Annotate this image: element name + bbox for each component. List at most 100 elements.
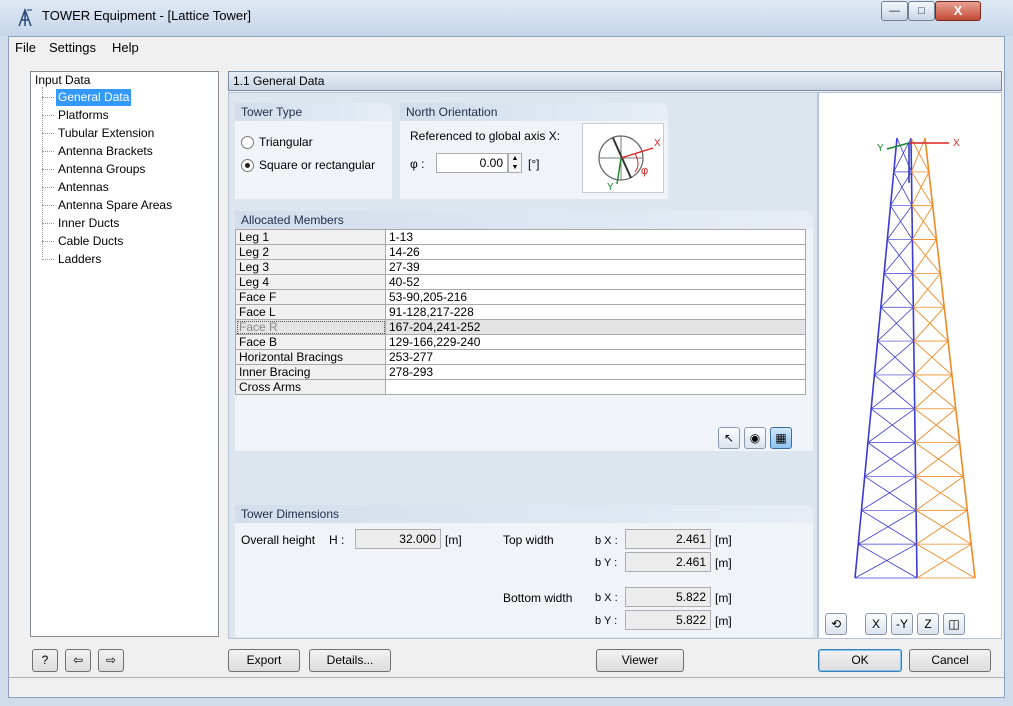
menu-settings[interactable]: Settings bbox=[43, 40, 102, 55]
tree-item-cable-ducts[interactable]: Cable Ducts bbox=[56, 233, 125, 250]
overall-height-field[interactable] bbox=[355, 529, 441, 549]
phi-input[interactable] bbox=[436, 153, 508, 173]
member-numbers-cell[interactable]: 167-204,241-252 bbox=[385, 319, 806, 335]
tower-3d-viewer[interactable]: X Y ⟲ X -Y Z ◫ bbox=[818, 92, 1002, 639]
members-row[interactable]: Horizontal Bracings 253-277 bbox=[235, 349, 806, 365]
radio-square-label[interactable]: Square or rectangular bbox=[259, 158, 375, 172]
member-name-cell: Leg 4 bbox=[235, 274, 386, 290]
cancel-button[interactable]: Cancel bbox=[909, 649, 991, 672]
status-bar bbox=[9, 677, 1004, 697]
viewer-axis-x: X bbox=[953, 138, 960, 149]
export-button[interactable]: Export bbox=[228, 649, 300, 672]
tree-item-antennas[interactable]: Antennas bbox=[56, 179, 111, 196]
top-bx-field[interactable] bbox=[625, 529, 711, 549]
help-icon: ? bbox=[41, 653, 49, 667]
tower-dimensions-title: Tower Dimensions bbox=[235, 505, 813, 523]
members-row[interactable]: Leg 1 1-13 bbox=[235, 229, 806, 245]
menu-file[interactable]: File bbox=[9, 40, 42, 55]
close-button[interactable]: X bbox=[935, 1, 981, 21]
tree-root-input-data[interactable]: Input Data bbox=[35, 73, 90, 87]
radio-triangular[interactable] bbox=[241, 136, 254, 149]
general-data-form: Tower Type Triangular Square or rectangu… bbox=[228, 92, 818, 639]
members-row[interactable]: Face R 167-204,241-252 bbox=[235, 319, 806, 335]
tree-item-general-data[interactable]: General Data bbox=[56, 89, 132, 106]
viewer-reset-button[interactable]: ⟲ bbox=[825, 613, 847, 635]
display-icon: ▦ bbox=[775, 431, 787, 445]
export-file-button[interactable]: ⇨ bbox=[98, 649, 124, 672]
view-y-button[interactable]: -Y bbox=[891, 613, 913, 635]
radio-triangular-label[interactable]: Triangular bbox=[259, 135, 313, 149]
tree-connector bbox=[42, 223, 54, 224]
maximize-button[interactable]: □ bbox=[908, 1, 935, 21]
radio-square[interactable] bbox=[241, 159, 254, 172]
phi-spinner[interactable]: ▲ ▼ bbox=[508, 153, 522, 173]
members-row[interactable]: Leg 4 40-52 bbox=[235, 274, 806, 290]
menu-help[interactable]: Help bbox=[106, 40, 145, 55]
members-row[interactable]: Leg 3 27-39 bbox=[235, 259, 806, 275]
members-row[interactable]: Face L 91-128,217-228 bbox=[235, 304, 806, 320]
help-button[interactable]: ? bbox=[32, 649, 58, 672]
tree-item-antenna-spare-areas[interactable]: Antenna Spare Areas bbox=[56, 197, 174, 214]
top-width-label: Top width bbox=[503, 533, 554, 547]
member-numbers-cell[interactable] bbox=[385, 379, 806, 395]
axis-x-text: X bbox=[654, 138, 661, 149]
allocated-members-body: Leg 1 1-13 Leg 2 14-26 Leg 3 27-39 Leg 4 40-52 F… bbox=[235, 229, 813, 451]
member-numbers-cell[interactable]: 91-128,217-228 bbox=[385, 304, 806, 320]
view-x-button[interactable]: X bbox=[865, 613, 887, 635]
viewer-button[interactable]: Viewer bbox=[596, 649, 684, 672]
members-row[interactable]: Leg 2 14-26 bbox=[235, 244, 806, 260]
north-orientation-title: North Orientation bbox=[400, 103, 668, 121]
import-button[interactable]: ⇦ bbox=[65, 649, 91, 672]
tree-item-ladders[interactable]: Ladders bbox=[56, 251, 103, 268]
members-row[interactable]: Face B 129-166,229-240 bbox=[235, 334, 806, 350]
member-numbers-cell[interactable]: 278-293 bbox=[385, 364, 806, 380]
tree-item-tubular-extension[interactable]: Tubular Extension bbox=[56, 125, 156, 142]
window-title: TOWER Equipment - [Lattice Tower] bbox=[42, 8, 252, 23]
minimize-button[interactable]: — bbox=[881, 1, 908, 21]
bottom-by-unit: [m] bbox=[715, 614, 732, 628]
member-numbers-cell[interactable]: 40-52 bbox=[385, 274, 806, 290]
view-z-button[interactable]: Z bbox=[917, 613, 939, 635]
bottom-bx-unit: [m] bbox=[715, 591, 732, 605]
members-row[interactable]: Inner Bracing 278-293 bbox=[235, 364, 806, 380]
tower-graphic: X Y bbox=[854, 137, 976, 579]
bottom-bx-field[interactable] bbox=[625, 587, 711, 607]
member-numbers-cell[interactable]: 129-166,229-240 bbox=[385, 334, 806, 350]
top-by-field[interactable] bbox=[625, 552, 711, 572]
members-row[interactable]: Face F 53-90,205-216 bbox=[235, 289, 806, 305]
iso-view-icon: ◫ bbox=[948, 617, 960, 631]
view-iso-button[interactable]: ◫ bbox=[943, 613, 965, 635]
overall-height-unit: [m] bbox=[445, 533, 462, 547]
overall-height-label: Overall height bbox=[241, 533, 316, 547]
top-by-symbol: b Y : bbox=[595, 557, 618, 569]
tree-connector bbox=[42, 97, 54, 98]
tree-connector bbox=[42, 259, 54, 260]
tree-item-antenna-groups[interactable]: Antenna Groups bbox=[56, 161, 147, 178]
member-name-cell: Inner Bracing bbox=[235, 364, 386, 380]
phi-unit: [°] bbox=[528, 157, 540, 171]
tree-item-inner-ducts[interactable]: Inner Ducts bbox=[56, 215, 121, 232]
tower-type-title: Tower Type bbox=[235, 103, 392, 121]
member-numbers-cell[interactable]: 14-26 bbox=[385, 244, 806, 260]
member-numbers-cell[interactable]: 27-39 bbox=[385, 259, 806, 275]
pick-members-button[interactable]: ↖ bbox=[718, 427, 740, 449]
tree-item-antenna-brackets[interactable]: Antenna Brackets bbox=[56, 143, 155, 160]
tower-dimensions-body: Overall height H : [m] Top width b X : [… bbox=[235, 523, 813, 637]
details-button[interactable]: Details... bbox=[309, 649, 391, 672]
bottom-bx-symbol: b X : bbox=[595, 592, 618, 604]
member-name-cell: Leg 1 bbox=[235, 229, 386, 245]
display-members-button[interactable]: ▦ bbox=[770, 427, 792, 449]
members-row[interactable]: Cross Arms bbox=[235, 379, 806, 395]
allocated-members-group: Allocated Members Leg 1 1-13 Leg 2 14-26 Leg… bbox=[235, 211, 813, 451]
view-button[interactable]: ◉ bbox=[744, 427, 766, 449]
member-numbers-cell[interactable]: 53-90,205-216 bbox=[385, 289, 806, 305]
axis-y-text: Y bbox=[607, 182, 614, 193]
ok-button[interactable]: OK bbox=[818, 649, 902, 672]
member-numbers-cell[interactable]: 253-277 bbox=[385, 349, 806, 365]
tree-connector bbox=[42, 115, 54, 116]
allocated-members-title: Allocated Members bbox=[235, 211, 813, 229]
top-bx-unit: [m] bbox=[715, 533, 732, 547]
bottom-by-field[interactable] bbox=[625, 610, 711, 630]
tree-item-platforms[interactable]: Platforms bbox=[56, 107, 111, 124]
member-numbers-cell[interactable]: 1-13 bbox=[385, 229, 806, 245]
